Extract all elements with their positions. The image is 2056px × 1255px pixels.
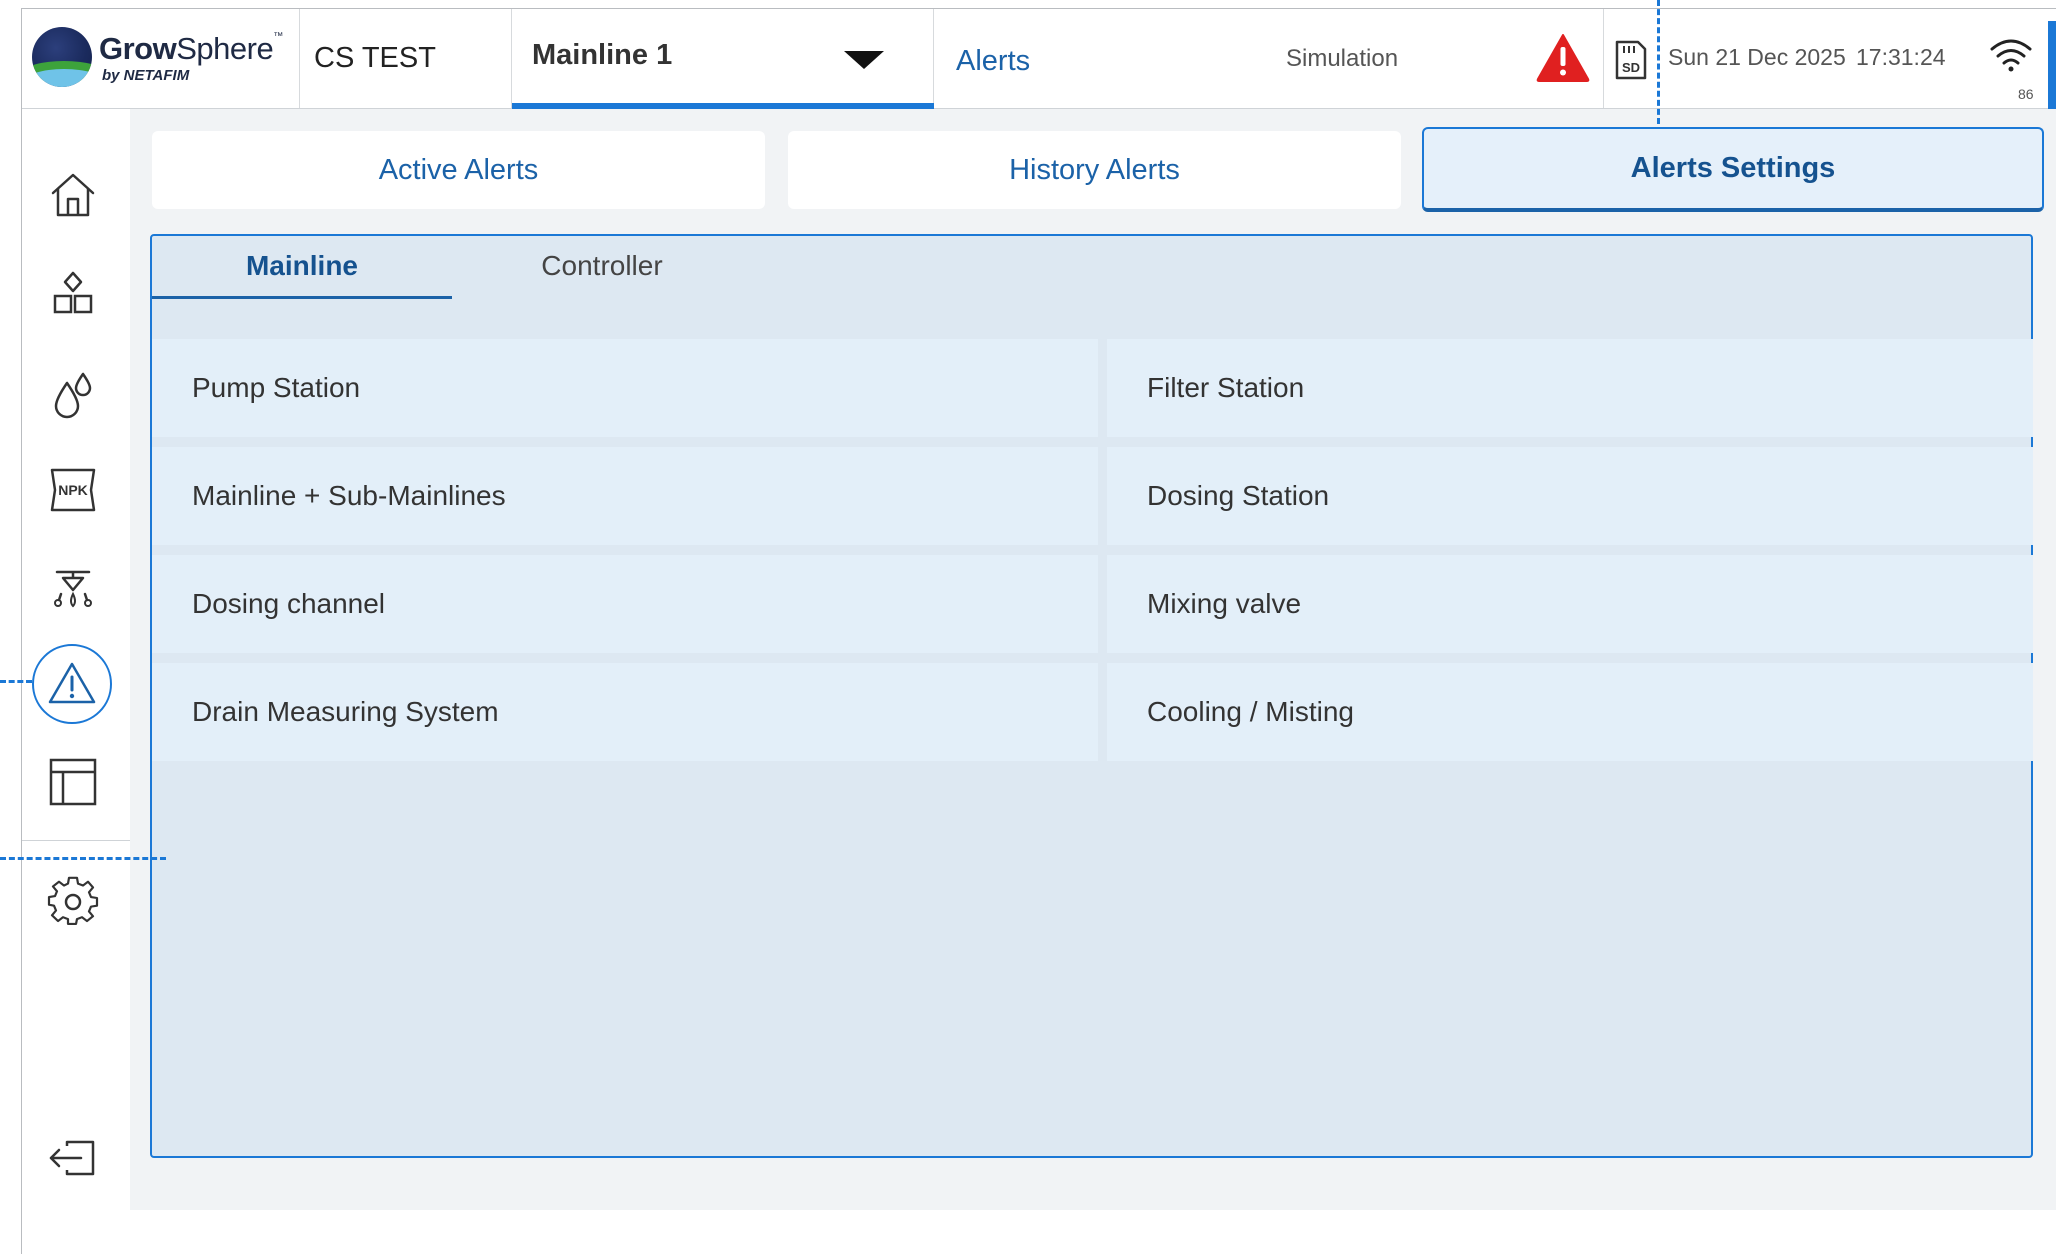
svg-text:NPK: NPK	[58, 482, 88, 498]
sidebar-item-irrigation[interactable]	[30, 352, 116, 438]
blocks-icon	[53, 271, 93, 314]
sd-card-icon[interactable]: SD	[1614, 39, 1648, 81]
wifi-icon[interactable]	[1989, 37, 2033, 73]
scroll-indicator[interactable]	[2048, 21, 2056, 111]
sidebar-nav: NPK	[22, 109, 130, 1255]
guide-line-divider	[0, 857, 166, 860]
sidebar-item-logout[interactable]	[30, 1115, 116, 1201]
setting-mixing-valve[interactable]: Mixing valve	[1107, 555, 2033, 653]
sidebar-item-home[interactable]	[30, 152, 116, 238]
date-display: Sun 21 Dec 2025	[1668, 44, 1846, 70]
time-display: 17:31:24	[1856, 44, 1946, 70]
simulation-label: Simulation	[1286, 45, 1399, 72]
app-window: GrowSphere™ by NETAFIM CS TEST Mainline …	[21, 8, 2056, 1255]
sidebar-item-structure[interactable]	[30, 252, 116, 338]
setting-filter-station[interactable]: Filter Station	[1107, 339, 2033, 437]
subtab-mainline[interactable]: Mainline	[152, 236, 452, 299]
globe-logo-icon	[32, 27, 92, 87]
guide-line-alerts	[0, 680, 32, 683]
brand-logo[interactable]: GrowSphere™ by NETAFIM	[22, 9, 300, 108]
tab-active-alerts[interactable]: Active Alerts	[152, 131, 765, 209]
guide-line-vertical	[1657, 0, 1660, 124]
tab-history-alerts[interactable]: History Alerts	[788, 131, 1401, 209]
brand-name: GrowSphere™	[99, 31, 283, 66]
sidebar-item-fertigation[interactable]: NPK	[30, 447, 116, 533]
sprinkler-icon	[54, 570, 92, 608]
sidebar-item-reports[interactable]	[30, 739, 116, 825]
npk-bag-icon: NPK	[50, 468, 96, 512]
brand-byline: by NETAFIM	[102, 67, 190, 84]
warning-triangle-icon[interactable]	[1536, 33, 1590, 83]
site-name-cell: CS TEST	[300, 9, 512, 108]
page-title-cell: Alerts Simulation	[934, 9, 1604, 108]
sidebar-item-settings[interactable]	[30, 859, 116, 945]
svg-text:SD: SD	[1622, 60, 1640, 75]
alert-triangle-icon	[48, 662, 96, 704]
water-drops-icon	[54, 372, 92, 419]
sidebar-item-alerts[interactable]	[32, 644, 112, 724]
tab-alerts-settings[interactable]: Alerts Settings	[1422, 127, 2044, 212]
main-content: Active Alerts History Alerts Alerts Sett…	[130, 109, 2056, 1210]
logout-icon	[49, 1140, 95, 1176]
setting-cooling-misting[interactable]: Cooling / Misting	[1107, 663, 2033, 761]
mainline-selector[interactable]: Mainline 1	[512, 9, 934, 109]
gear-icon	[47, 876, 99, 925]
page-title: Alerts	[956, 45, 1031, 77]
sidebar-divider	[22, 840, 130, 841]
mainline-selector-value: Mainline 1	[532, 39, 673, 71]
sidebar-item-climate[interactable]	[30, 545, 116, 631]
setting-mainline-sub-mainlines[interactable]: Mainline + Sub-Mainlines	[152, 447, 1098, 545]
status-cell: SD Sun 21 Dec 2025 17:31:24 86	[1604, 9, 2056, 108]
wifi-signal-value: 86	[2018, 86, 2034, 102]
home-icon	[51, 173, 95, 217]
setting-dosing-station[interactable]: Dosing Station	[1107, 447, 2033, 545]
top-bar: GrowSphere™ by NETAFIM CS TEST Mainline …	[22, 9, 2056, 111]
subtab-controller[interactable]: Controller	[452, 236, 752, 296]
setting-dosing-channel[interactable]: Dosing channel	[152, 555, 1098, 653]
site-name: CS TEST	[314, 42, 436, 74]
setting-pump-station[interactable]: Pump Station	[152, 339, 1098, 437]
setting-drain-measuring-system[interactable]: Drain Measuring System	[152, 663, 1098, 761]
chevron-down-icon[interactable]	[844, 51, 884, 69]
alerts-settings-panel: Mainline Controller Pump Station Filter …	[150, 234, 2033, 1158]
table-layout-icon	[49, 758, 97, 806]
